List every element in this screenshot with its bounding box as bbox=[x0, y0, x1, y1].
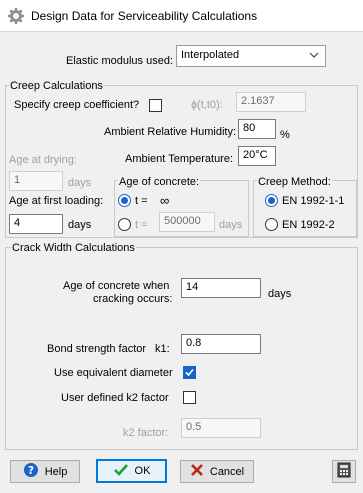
age-days-radio[interactable] bbox=[118, 218, 131, 231]
age-drying-unit: days bbox=[68, 177, 92, 189]
ok-button[interactable]: OK bbox=[96, 459, 167, 483]
age-infinite-radio[interactable] bbox=[118, 194, 131, 207]
calculator-icon bbox=[337, 462, 351, 481]
crack-age-field[interactable]: 14 bbox=[181, 278, 261, 298]
age-loading-label: Age at first loading: bbox=[9, 195, 104, 207]
bond-strength-field[interactable]: 0.8 bbox=[181, 334, 261, 354]
age-days-field[interactable]: 500000 bbox=[159, 212, 215, 232]
calculator-button[interactable] bbox=[332, 460, 356, 483]
temperature-field[interactable]: 20°C bbox=[238, 146, 276, 166]
humidity-label: Ambient Relative Humidity: bbox=[104, 126, 237, 138]
elastic-modulus-label: Elastic modulus used: bbox=[66, 55, 173, 67]
humidity-unit: % bbox=[280, 129, 290, 141]
age-infinite-label: t = bbox=[135, 195, 148, 207]
method-en1992-2-label: EN 1992-2 bbox=[282, 219, 335, 231]
ok-label: OK bbox=[134, 465, 151, 477]
age-days-unit: days bbox=[219, 219, 243, 231]
window-title: Design Data for Serviceability Calculati… bbox=[31, 9, 258, 23]
crack-age-label-line2: cracking occurs: bbox=[93, 293, 173, 305]
cross-icon bbox=[190, 463, 204, 480]
method-en1992-2-radio[interactable] bbox=[265, 218, 278, 231]
bond-strength-symbol: k1: bbox=[155, 343, 170, 355]
equivalent-diameter-checkbox[interactable] bbox=[183, 366, 196, 379]
cancel-button[interactable]: Cancel bbox=[180, 460, 254, 483]
svg-text:?: ? bbox=[27, 464, 33, 477]
help-button[interactable]: ? Help bbox=[10, 460, 80, 483]
method-en1992-1-1-radio[interactable] bbox=[265, 194, 278, 207]
bond-strength-label: Bond strength factor bbox=[47, 343, 147, 355]
elastic-modulus-select[interactable]: Interpolated bbox=[176, 45, 326, 67]
chevron-down-icon bbox=[309, 50, 319, 63]
humidity-field[interactable]: 80 bbox=[238, 119, 276, 139]
help-icon: ? bbox=[23, 462, 39, 481]
gear-icon bbox=[7, 7, 25, 25]
age-loading-field[interactable]: 4 bbox=[9, 214, 63, 234]
elastic-modulus-value: Interpolated bbox=[181, 49, 240, 61]
temperature-label: Ambient Temperature: bbox=[125, 153, 234, 165]
checkmark-icon bbox=[185, 368, 194, 377]
user-k2-label: User defined k2 factor bbox=[61, 392, 169, 404]
equivalent-diameter-label: Use equivalent diameter bbox=[54, 367, 173, 379]
creep-section-title: Creep Calculations bbox=[9, 80, 104, 92]
k2-factor-label: k2 factor: bbox=[123, 427, 169, 439]
infinity-symbol: ∞ bbox=[160, 193, 170, 208]
creep-method-title: Creep Method: bbox=[257, 176, 332, 188]
crack-age-label-line1: Age of concrete when bbox=[63, 280, 170, 292]
age-drying-field[interactable]: 1 bbox=[9, 171, 63, 191]
age-of-concrete-title: Age of concrete: bbox=[118, 176, 201, 188]
crack-age-unit: days bbox=[268, 288, 292, 300]
phi-label: ɸ(t,t0): bbox=[191, 99, 223, 111]
age-loading-unit: days bbox=[68, 219, 92, 231]
help-label: Help bbox=[44, 465, 68, 478]
age-drying-label: Age at drying: bbox=[9, 154, 77, 166]
phi-field[interactable]: 2.1637 bbox=[236, 92, 306, 112]
cancel-label: Cancel bbox=[209, 465, 245, 478]
method-en1992-1-1-label: EN 1992-1-1 bbox=[282, 195, 345, 207]
user-k2-checkbox[interactable] bbox=[183, 391, 196, 404]
specify-creep-label: Specify creep coefficient? bbox=[14, 99, 140, 111]
check-icon bbox=[113, 462, 129, 481]
crack-section-title: Crack Width Calculations bbox=[11, 242, 136, 254]
k2-factor-field[interactable]: 0.5 bbox=[181, 418, 261, 438]
age-days-label: t = bbox=[135, 219, 148, 231]
specify-creep-checkbox[interactable] bbox=[149, 99, 162, 112]
title-bar: Design Data for Serviceability Calculati… bbox=[0, 0, 363, 32]
